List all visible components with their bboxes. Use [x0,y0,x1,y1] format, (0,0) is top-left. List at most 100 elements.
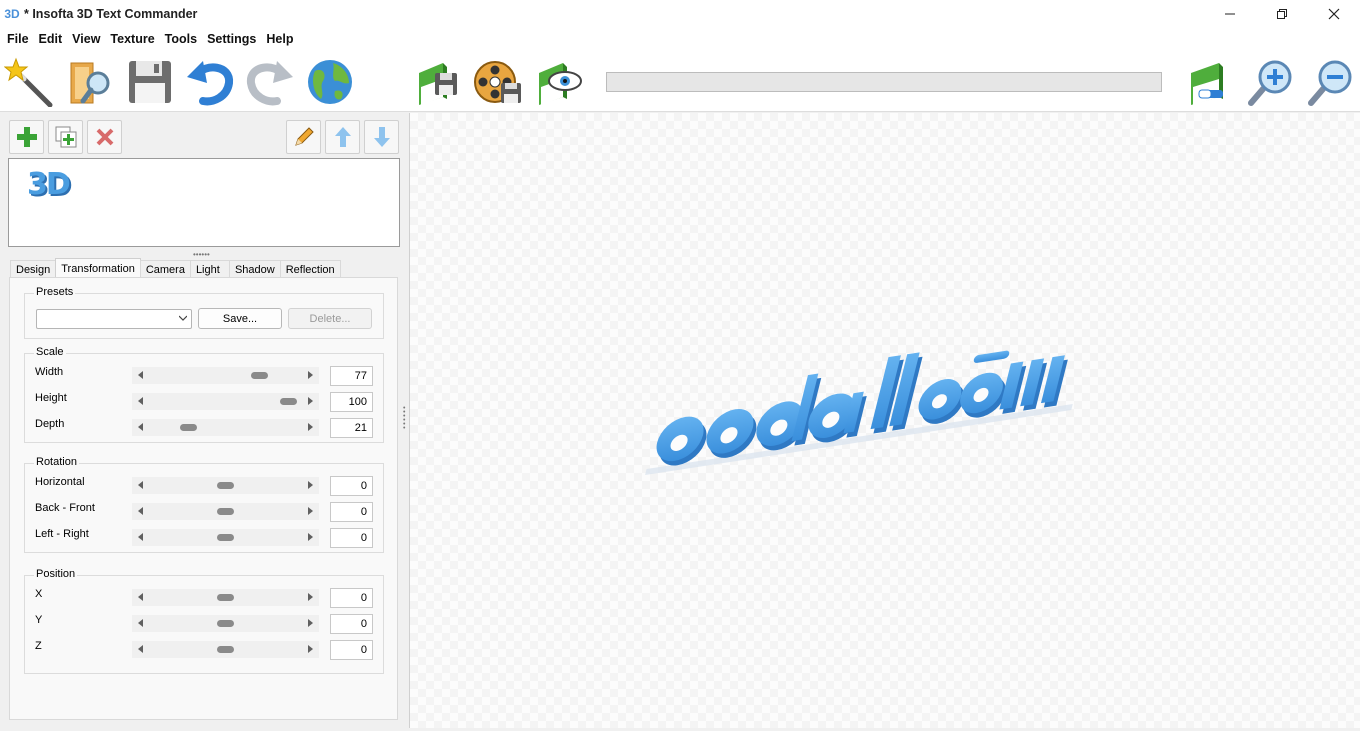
slider-right-arrow-icon[interactable] [308,619,313,627]
rotation-horizontal-value[interactable]: 0 [330,476,373,496]
scale-width-slider[interactable] [132,367,319,384]
position-x-label: X [35,588,43,600]
position-z-value[interactable]: 0 [330,640,373,660]
save-image-button[interactable] [412,56,464,108]
scale-depth-slider[interactable] [132,419,319,436]
save-animation-button[interactable] [472,56,524,108]
slider-thumb[interactable] [217,620,234,627]
app-icon: 3D [4,6,20,21]
redo-button[interactable] [244,56,296,108]
rotation-horizontal-slider[interactable] [132,477,319,494]
restore-button[interactable] [1256,0,1308,27]
menu-texture[interactable]: Texture [106,32,158,46]
rotation-back-front-value[interactable]: 0 [330,502,373,522]
save-preset-button[interactable]: Save... [198,308,282,329]
preview-button[interactable] [532,56,584,108]
menu-file[interactable]: File [3,32,33,46]
slider-right-arrow-icon[interactable] [308,481,313,489]
menu-edit[interactable]: Edit [35,32,67,46]
position-x-slider[interactable] [132,589,319,606]
slider-right-arrow-icon[interactable] [308,593,313,601]
rotation-left-right-value[interactable]: 0 [330,528,373,548]
slider-left-arrow-icon[interactable] [138,423,143,431]
tab-camera[interactable]: Camera [139,260,191,278]
open-folder-icon [70,62,110,104]
menu-view[interactable]: View [68,32,104,46]
plus-icon [16,127,37,147]
slider-right-arrow-icon[interactable] [308,397,313,405]
position-x-value[interactable]: 0 [330,588,373,608]
tab-light[interactable]: Light [189,260,230,278]
zoom-out-button[interactable] [1304,56,1356,108]
rotation-back-front-slider[interactable] [132,503,319,520]
slider-thumb[interactable] [280,398,297,405]
scale-depth-value[interactable]: 21 [330,418,373,438]
position-y-slider[interactable] [132,615,319,632]
undo-button[interactable] [184,56,236,108]
slider-right-arrow-icon[interactable] [308,371,313,379]
vertical-splitter[interactable]: • • • • • • [401,113,409,728]
slider-thumb[interactable] [217,646,234,653]
scale-height-value[interactable]: 100 [330,392,373,412]
open-button[interactable] [64,56,116,108]
save-button[interactable] [124,56,176,108]
move-down-button[interactable] [364,120,399,154]
move-up-button[interactable] [325,120,360,154]
menu-tools[interactable]: Tools [161,32,201,46]
add-text-button[interactable] [9,120,44,154]
edit-text-button[interactable] [286,120,321,154]
tab-transformation[interactable]: Transformation [55,258,141,278]
slider-left-arrow-icon[interactable] [138,645,143,653]
slider-right-arrow-icon[interactable] [308,507,313,515]
delete-preset-button[interactable]: Delete... [288,308,372,329]
slider-thumb[interactable] [217,534,234,541]
magic-wand-icon [4,57,53,107]
slider-left-arrow-icon[interactable] [138,397,143,405]
delete-x-icon [96,128,113,146]
position-z-slider[interactable] [132,641,319,658]
slider-left-arrow-icon[interactable] [138,371,143,379]
zoom-in-icon [1248,60,1292,106]
slider-thumb[interactable] [180,424,198,431]
slider-thumb[interactable] [217,482,234,489]
slider-right-arrow-icon[interactable] [308,645,313,653]
close-button[interactable] [1308,0,1360,27]
slider-thumb[interactable] [217,594,234,601]
slider-left-arrow-icon[interactable] [138,593,143,601]
presets-title: Presets [34,286,76,298]
menu-settings[interactable]: Settings [203,32,260,46]
horizontal-splitter[interactable]: •••••• [193,250,210,259]
slider-thumb[interactable] [217,508,234,515]
zoom-in-button[interactable] [1244,56,1296,108]
rotation-title: Rotation [34,456,79,468]
preset-select[interactable] [36,309,192,329]
position-y-value[interactable]: 0 [330,614,373,634]
slider-thumb[interactable] [251,372,269,379]
slider-right-arrow-icon[interactable] [308,423,313,431]
menu-help[interactable]: Help [262,32,297,46]
web-button[interactable] [304,56,356,108]
undo-icon [187,61,233,106]
duplicate-text-button[interactable] [48,120,83,154]
restore-icon [1277,8,1287,19]
render-settings-button[interactable] [1184,56,1236,108]
3d-text-render [645,350,1073,475]
slider-right-arrow-icon[interactable] [308,533,313,541]
position-title: Position [34,568,78,580]
minimize-button[interactable] [1204,0,1256,27]
tab-shadow[interactable]: Shadow [228,260,281,278]
tab-reflection[interactable]: Reflection [279,260,341,278]
scale-width-value[interactable]: 77 [330,366,373,386]
slider-left-arrow-icon[interactable] [138,619,143,627]
scale-height-slider[interactable] [132,393,319,410]
delete-text-button[interactable] [87,120,122,154]
slider-left-arrow-icon[interactable] [138,533,143,541]
preview-canvas[interactable] [409,113,1360,728]
list-item[interactable]: 3D [27,167,71,202]
wizard-button[interactable] [3,56,55,108]
slider-left-arrow-icon[interactable] [138,481,143,489]
rotation-left-right-slider[interactable] [132,529,319,546]
tab-design[interactable]: Design [10,260,57,278]
position-z-label: Z [35,640,42,652]
slider-left-arrow-icon[interactable] [138,507,143,515]
